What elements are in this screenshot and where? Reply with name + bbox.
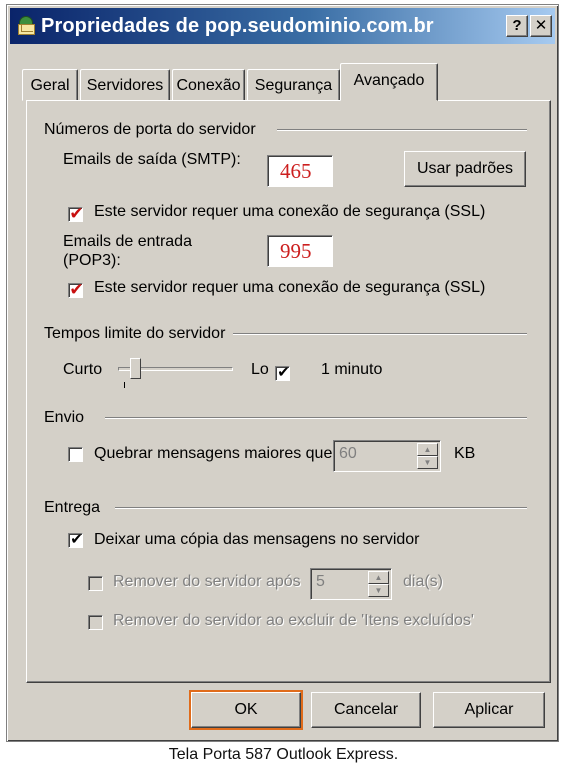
remove-deleted-label: Remover do servidor ao excluir de 'Itens… [113, 612, 474, 629]
smtp-port-input[interactable]: 465 [267, 155, 333, 187]
leave-copy-checkbox[interactable]: ✔ [68, 531, 83, 548]
slider-tick [124, 382, 125, 388]
remove-after-label: Remover do servidor após [113, 573, 301, 590]
stepper-up-icon[interactable]: ▲ [417, 443, 438, 456]
advanced-tab-panel: Números de porta do servidor Emails de s… [26, 100, 551, 683]
split-messages-checkbox[interactable] [68, 447, 83, 462]
figure-caption: Tela Porta 587 Outlook Express. [168, 746, 399, 763]
pop3-port-label-line1: Emails de entrada [63, 233, 192, 250]
ports-group-divider [277, 129, 527, 131]
sending-group-title: Envio [44, 409, 85, 426]
split-size-unit: KB [454, 445, 476, 462]
leave-copy-label: Deixar uma cópia das mensagens no servid… [94, 531, 420, 548]
remove-after-checkbox[interactable] [88, 576, 103, 591]
title-bar[interactable]: Propriedades de pop.seudominio.com.br ? … [10, 8, 555, 44]
tab-geral[interactable]: Geral [22, 69, 78, 101]
mail-account-icon [16, 15, 38, 37]
timeout-long-checkbox[interactable]: ✔ [275, 364, 290, 381]
ok-button[interactable]: OK [189, 690, 303, 730]
properties-dialog: Propriedades de pop.seudominio.com.br ? … [6, 4, 559, 742]
use-defaults-button[interactable]: Usar padrões [404, 151, 526, 187]
smtp-ssl-checkbox[interactable]: ✔ [68, 204, 84, 223]
pop3-ssl-checkbox[interactable]: ✔ [68, 280, 84, 299]
remove-deleted-checkbox[interactable] [88, 615, 103, 630]
pop3-port-input[interactable]: 995 [267, 235, 333, 267]
remove-after-stepper[interactable]: 5 ▲ ▼ [310, 568, 392, 600]
stepper-up-icon[interactable]: ▲ [368, 571, 389, 584]
apply-button[interactable]: Aplicar [433, 692, 545, 728]
split-messages-label: Quebrar mensagens maiores que [94, 445, 333, 462]
ports-group-title: Números de porta do servidor [44, 121, 256, 138]
sending-group-divider [105, 417, 527, 419]
smtp-port-label: Emails de saída (SMTP): [63, 151, 241, 168]
remove-after-unit: dia(s) [403, 573, 444, 590]
timeouts-group-divider [233, 333, 527, 335]
split-size-value: 60 [339, 445, 357, 462]
smtp-ssl-label: Este servidor requer uma conexão de segu… [94, 203, 486, 220]
pop3-ssl-label: Este servidor requer uma conexão de segu… [94, 279, 486, 296]
timeout-long-label: Lo [251, 361, 269, 378]
stepper-down-icon[interactable]: ▼ [368, 584, 389, 597]
tab-strip: Geral Servidores Conexão Segurança Avanç… [20, 61, 548, 101]
tab-servidores[interactable]: Servidores [80, 69, 170, 101]
help-button[interactable]: ? [506, 15, 528, 37]
timeout-value: 1 minuto [321, 361, 383, 378]
tab-conexao[interactable]: Conexão [172, 69, 245, 101]
window-title: Propriedades de pop.seudominio.com.br [41, 14, 434, 37]
remove-after-value: 5 [316, 573, 325, 590]
timeouts-group-title: Tempos limite do servidor [44, 325, 226, 342]
delivery-group-title: Entrega [44, 499, 101, 516]
delivery-group-divider [115, 507, 527, 509]
close-button[interactable]: ✕ [530, 15, 552, 37]
tab-avancado[interactable]: Avançado [340, 63, 438, 101]
cancel-button[interactable]: Cancelar [311, 692, 421, 728]
timeout-slider-thumb[interactable] [130, 358, 141, 379]
split-size-stepper[interactable]: 60 ▲ ▼ [333, 440, 441, 472]
timeout-short-label: Curto [63, 361, 103, 378]
pop3-port-label-line2: (POP3): [63, 252, 121, 269]
tab-seguranca[interactable]: Segurança [247, 69, 340, 101]
stepper-down-icon[interactable]: ▼ [417, 456, 438, 469]
